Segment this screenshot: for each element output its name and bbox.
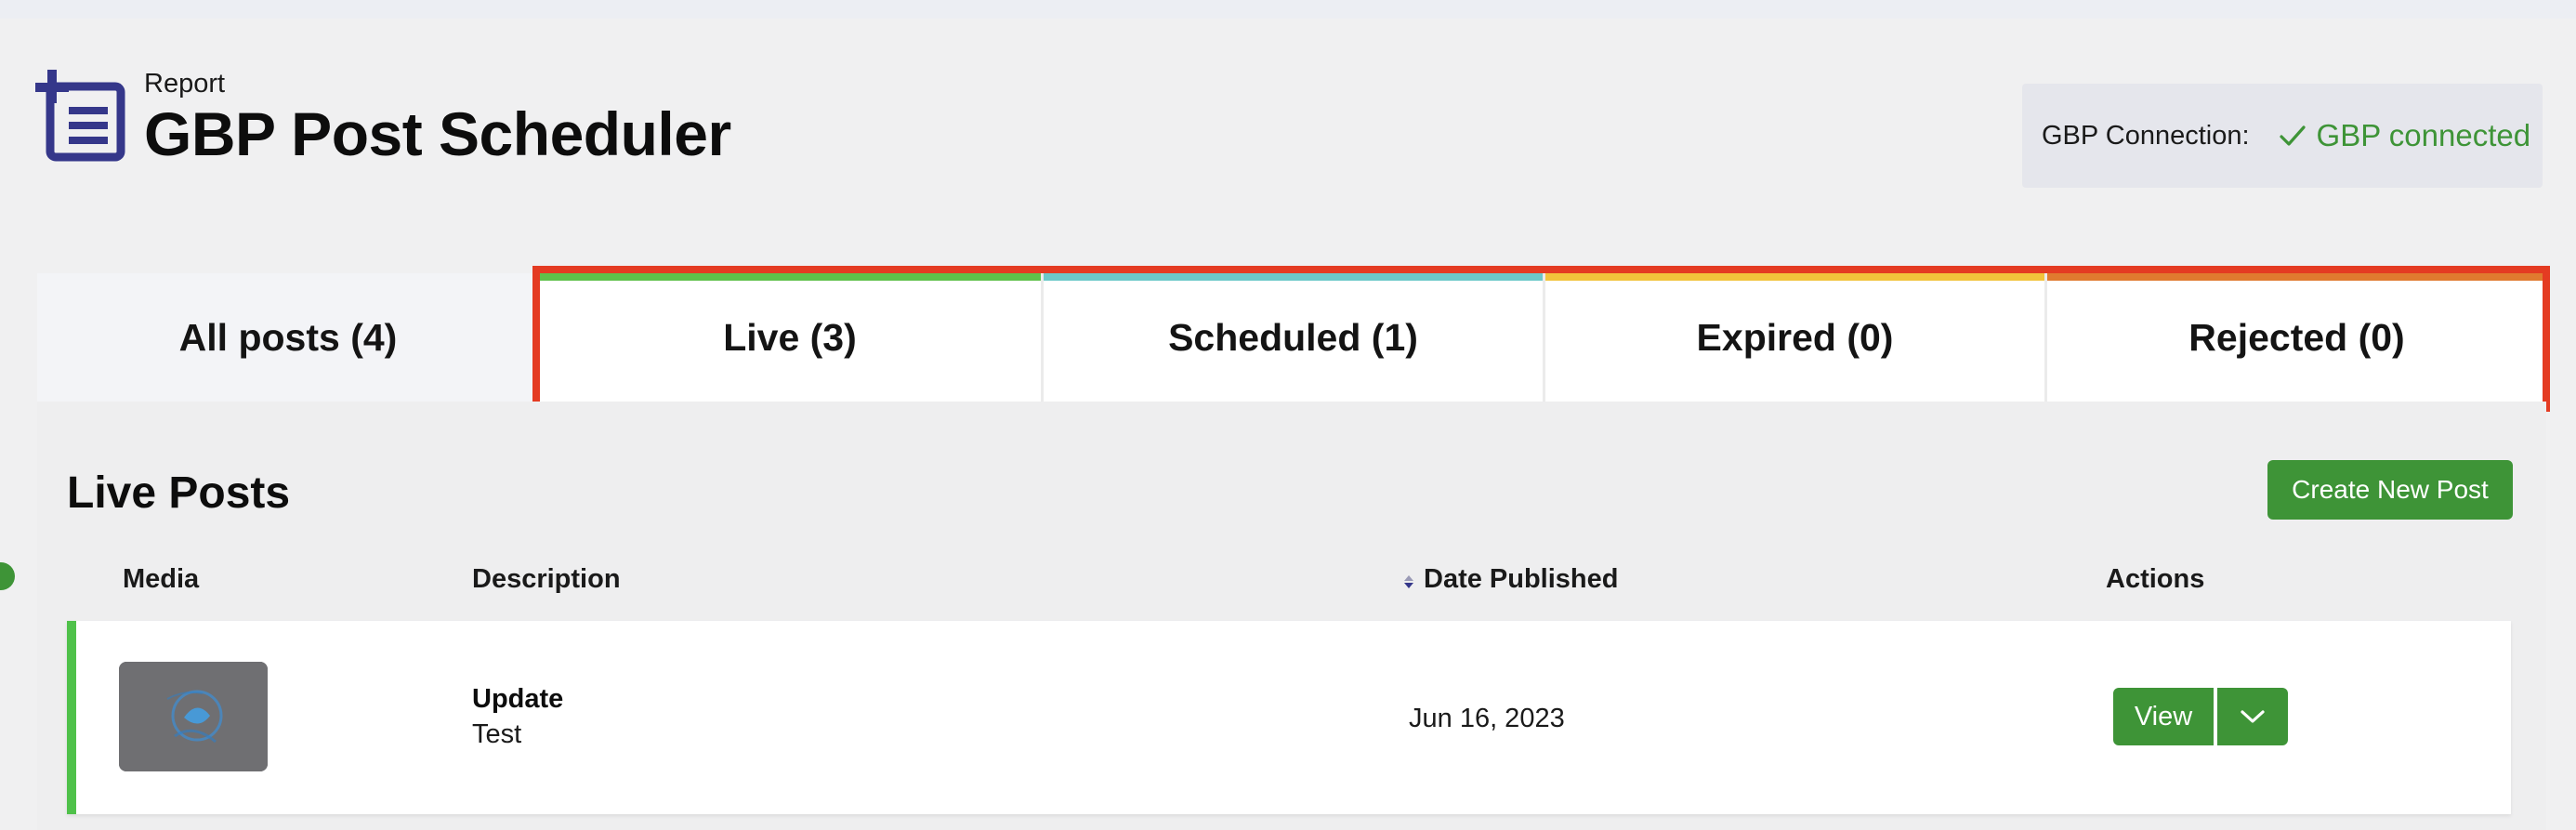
tab-label: All posts (4): [178, 315, 398, 359]
check-icon: [2279, 125, 2306, 146]
tab-rejected[interactable]: Rejected (0): [2044, 273, 2546, 402]
column-header-date-published[interactable]: Date Published: [1424, 564, 1619, 595]
post-media-thumbnail[interactable]: [119, 662, 268, 771]
sort-icon[interactable]: [1403, 574, 1414, 589]
report-add-icon: [35, 70, 128, 163]
post-description: Test: [472, 719, 522, 749]
tab-color-bar: [2047, 273, 2546, 281]
gbp-connection-panel: GBP Connection: GBP connected: [2022, 84, 2543, 188]
page-title: GBP Post Scheduler: [144, 99, 731, 168]
tab-label: Rejected (0): [2188, 315, 2405, 359]
column-header-media: Media: [123, 564, 200, 594]
gbp-connection-status-text: GBP connected: [2316, 118, 2531, 152]
tab-color-bar: [539, 273, 1041, 281]
post-date-published: Jun 16, 2023: [1409, 704, 1565, 733]
tab-live[interactable]: Live (3): [539, 273, 1041, 402]
tab-all-posts[interactable]: All posts (4): [37, 273, 539, 402]
create-new-post-button[interactable]: Create New Post: [2267, 460, 2513, 520]
post-status-tabs: All posts (4) Live (3) Scheduled (1) Exp…: [37, 273, 2546, 402]
tab-scheduled[interactable]: Scheduled (1): [1041, 273, 1543, 402]
post-actions-dropdown-button[interactable]: [2217, 688, 2288, 745]
top-strip: [0, 0, 2576, 19]
column-header-description: Description: [472, 564, 621, 594]
tab-color-bar: [1044, 273, 1543, 281]
gbp-connection-status: GBP connected: [2278, 118, 2531, 153]
page-eyebrow: Report: [144, 69, 226, 99]
chevron-down-icon: [2241, 710, 2265, 723]
tab-label: Live (3): [723, 315, 857, 359]
tab-expired[interactable]: Expired (0): [1543, 273, 2044, 402]
gbp-connection-label: GBP Connection:: [2042, 120, 2250, 151]
column-header-actions: Actions: [2106, 564, 2205, 594]
post-type: Update: [472, 684, 564, 714]
view-post-button[interactable]: View: [2113, 688, 2214, 745]
tab-color-bar: [1545, 273, 2044, 281]
tab-label: Expired (0): [1696, 315, 1894, 359]
help-dot-icon[interactable]: [0, 562, 15, 590]
tab-label: Scheduled (1): [1168, 315, 1418, 359]
section-title: Live Posts: [67, 468, 291, 518]
